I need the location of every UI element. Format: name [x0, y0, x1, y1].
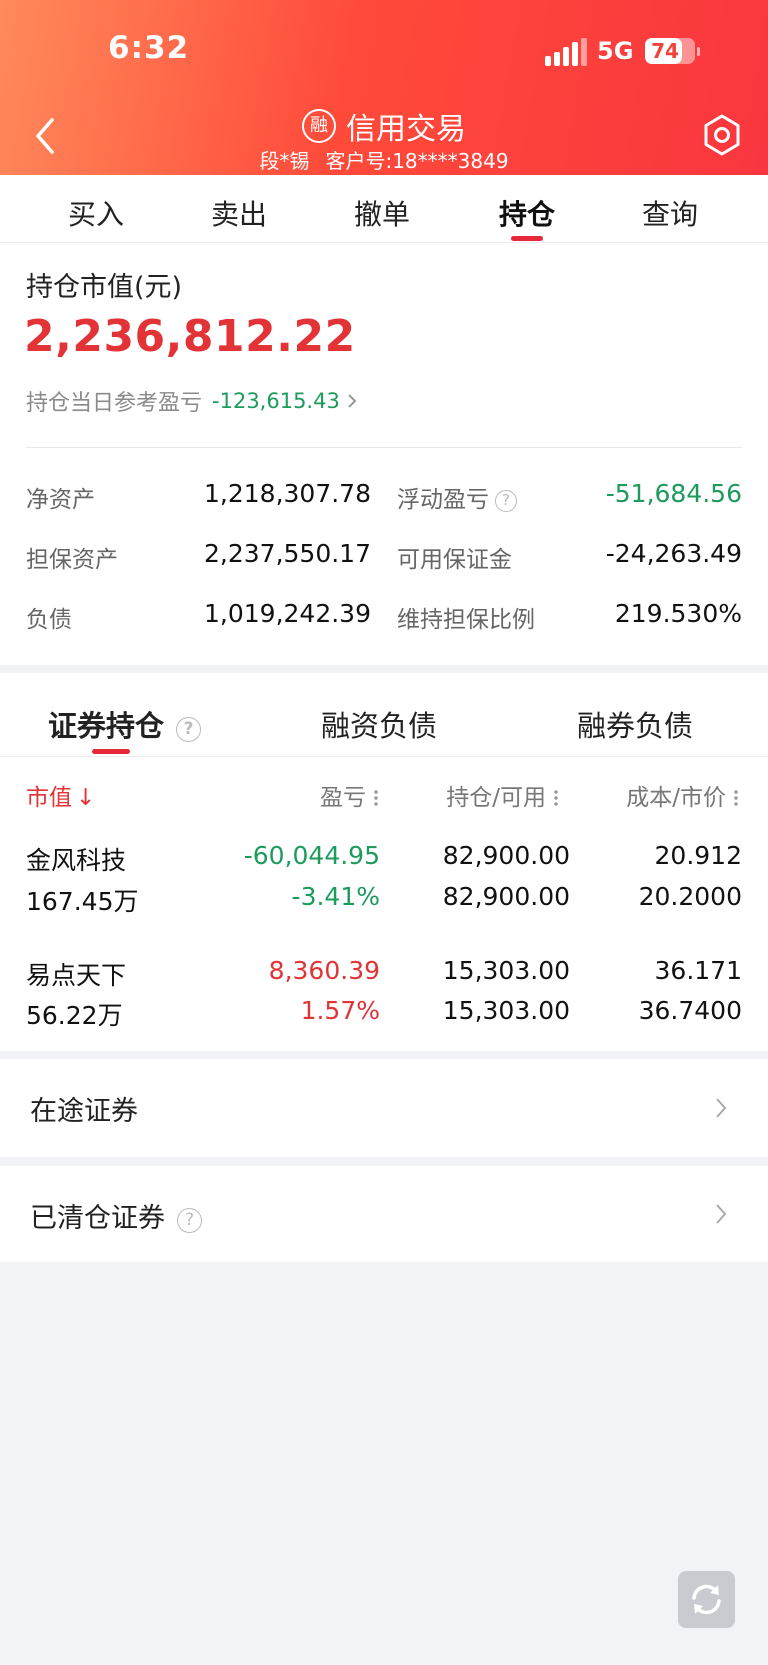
refresh-button[interactable]	[678, 1571, 735, 1628]
network-type: 5G	[597, 37, 634, 65]
stock-pnl-pct: 1.57%	[300, 996, 380, 1025]
liabilities-value: 1,019,242.39	[204, 599, 371, 628]
tab-financing-liabilities[interactable]: 融资负债	[321, 703, 437, 745]
positions-panel: 证券持仓? 融资负债 融券负债 市值 ↓ 盈亏 持仓/可用 成本/市价 金风科技 …	[0, 673, 768, 1051]
page-title: 信用交易	[346, 112, 466, 147]
floating-pnl-label-wrap: 浮动盈亏?	[397, 480, 517, 514]
stock-pnl: 8,360.39	[268, 956, 380, 985]
market-value-label: 持仓市值(元)	[26, 272, 183, 303]
tab-securities-holdings: 证券持仓	[48, 709, 165, 743]
tab-buy[interactable]: 买入	[46, 193, 146, 233]
daily-pnl-value: -123,615.43	[212, 389, 340, 413]
column-holding-available[interactable]: 持仓/可用	[446, 778, 558, 812]
cleared-securities-label: 已清仓证券	[30, 1203, 165, 1234]
chevron-right-icon	[716, 1098, 727, 1118]
column-market-value[interactable]: 市值 ↓	[26, 778, 95, 812]
help-icon[interactable]: ?	[176, 717, 202, 742]
stock-available: 15,303.00	[442, 996, 570, 1025]
margin-trading-icon: 融	[302, 109, 336, 143]
daily-pnl-link[interactable]: 持仓当日参考盈亏 -123,615.43	[26, 385, 358, 417]
in-transit-securities-label: 在途证券	[30, 1096, 138, 1127]
column-market-value-label: 市值	[26, 785, 72, 811]
trade-tabs: 买入 卖出 撤单 持仓 查询	[0, 175, 768, 243]
stock-pnl: -60,044.95	[243, 841, 380, 870]
net-assets-label: 净资产	[26, 487, 95, 513]
stock-market-value: 56.22万	[26, 1001, 123, 1030]
column-holding-label: 持仓/可用	[446, 785, 546, 811]
signal-icon	[545, 38, 587, 66]
active-tab-indicator	[92, 749, 130, 754]
maintenance-ratio-value: 219.530%	[614, 599, 742, 628]
active-tab-indicator	[511, 236, 543, 241]
battery-icon: 74	[645, 38, 700, 64]
column-pnl-label: 盈亏	[320, 785, 366, 811]
floating-pnl-value: -51,684.56	[605, 479, 742, 508]
app-header: 6:32 5G 74 融 信用交易 段*锡 客户号:18****3849	[0, 0, 768, 175]
net-assets-value: 1,218,307.78	[204, 479, 371, 508]
tab-sell[interactable]: 卖出	[189, 193, 289, 233]
stock-market-value: 167.45万	[26, 887, 139, 916]
stock-price: 36.7400	[638, 996, 742, 1025]
stock-available: 82,900.00	[442, 882, 570, 911]
account-summary: 持仓市值(元) 2,236,812.22 持仓当日参考盈亏 -123,615.4…	[0, 243, 768, 665]
more-dots-icon	[734, 789, 738, 807]
stock-name: 金风科技	[26, 846, 127, 875]
refresh-icon	[692, 1584, 721, 1615]
stock-pnl-pct: -3.41%	[291, 882, 380, 911]
battery-level: 74	[651, 39, 679, 63]
collateral-assets-value: 2,237,550.17	[204, 539, 371, 568]
available-margin-value: -24,263.49	[605, 539, 742, 568]
divider	[0, 756, 768, 757]
column-cost-label: 成本/市价	[626, 785, 726, 811]
tab-short-liabilities[interactable]: 融券负债	[577, 703, 693, 745]
chevron-right-icon	[716, 1204, 727, 1224]
daily-pnl-label: 持仓当日参考盈亏	[26, 391, 203, 416]
stock-holding: 82,900.00	[442, 841, 570, 870]
tab-positions[interactable]: 持仓	[477, 193, 577, 233]
in-transit-securities-row[interactable]: 在途证券	[0, 1059, 768, 1157]
more-dots-icon	[374, 789, 378, 807]
help-icon[interactable]: ?	[177, 1208, 202, 1233]
account-info: 段*锡 客户号:18****3849	[0, 145, 768, 174]
floating-pnl-label: 浮动盈亏	[397, 487, 489, 513]
stock-cost: 20.912	[654, 841, 742, 870]
stock-name: 易点天下	[26, 961, 127, 990]
help-icon[interactable]: ?	[495, 490, 517, 512]
more-dots-icon	[554, 789, 558, 807]
available-margin-label: 可用保证金	[397, 547, 512, 573]
stock-price: 20.2000	[638, 882, 742, 911]
market-value: 2,236,812.22	[24, 311, 356, 362]
column-cost-price[interactable]: 成本/市价	[626, 778, 738, 812]
status-time: 6:32	[108, 30, 190, 66]
settings-hexagon-icon[interactable]	[700, 113, 744, 157]
divider	[26, 447, 742, 448]
tab-cancel[interactable]: 撤单	[332, 193, 432, 233]
sort-down-arrow-icon: ↓	[76, 785, 96, 811]
client-number: 客户号:18****3849	[325, 149, 509, 173]
liabilities-label: 负债	[26, 607, 72, 633]
column-pnl[interactable]: 盈亏	[320, 778, 378, 812]
collateral-assets-label: 担保资产	[26, 547, 118, 573]
user-name: 段*锡	[259, 149, 310, 173]
tab-query[interactable]: 查询	[620, 193, 720, 233]
tab-securities-holdings-wrap[interactable]: 证券持仓?	[48, 703, 202, 745]
chevron-right-icon	[348, 394, 357, 408]
stock-holding: 15,303.00	[442, 956, 570, 985]
cleared-securities-row[interactable]: 已清仓证券?	[0, 1166, 768, 1262]
stock-cost: 36.171	[654, 956, 742, 985]
cleared-securities-label-wrap: 已清仓证券?	[30, 1196, 202, 1235]
maintenance-ratio-label: 维持担保比例	[397, 607, 535, 633]
